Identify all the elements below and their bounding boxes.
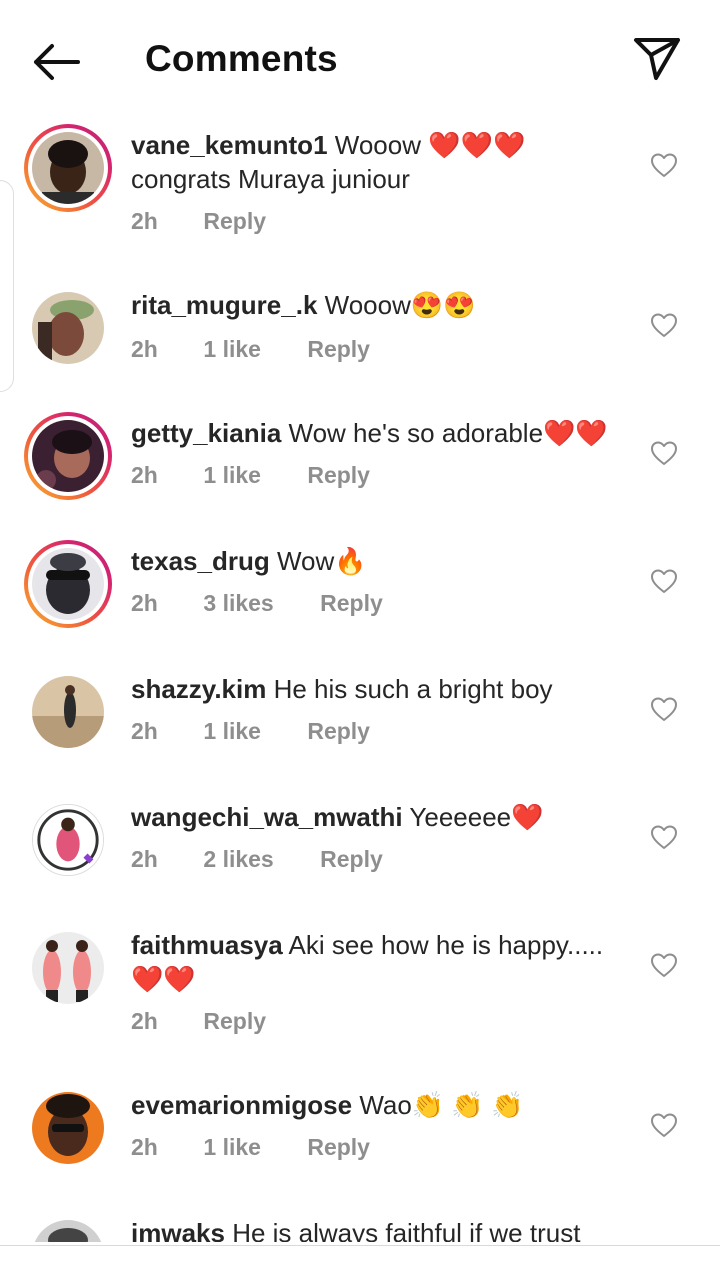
comment-likes[interactable]: 1 like [203,1134,261,1161]
back-arrow-icon[interactable] [30,40,82,84]
comment-likes[interactable]: 1 like [203,462,261,489]
comment-meta: 2h 1 like Reply [131,336,370,363]
send-paper-plane-icon[interactable] [632,36,682,82]
reply-button[interactable]: Reply [307,718,370,745]
comment-text: evemarionmigose Wao👏 👏 👏 [131,1088,631,1122]
comment-username[interactable]: shazzy.kim [131,674,266,704]
comment-time: 2h [131,590,158,616]
like-heart-icon[interactable] [650,824,678,850]
comment-time: 2h [131,846,158,872]
comment-likes[interactable]: 1 like [203,718,261,745]
comment-username[interactable]: imwaks [131,1218,225,1242]
comment-text: vane_kemunto1 Wooow ❤️❤️❤️ congrats Mura… [131,128,631,196]
comment-body: Wow he's so adorable❤️❤️ [288,418,608,448]
comment-meta: 2h 3 likes Reply [131,590,383,617]
comment-body: Yeeeeee❤️ [409,802,544,832]
reply-button[interactable]: Reply [307,336,370,363]
comment-meta: 2h 1 like Reply [131,462,370,489]
like-heart-icon[interactable] [650,952,678,978]
comment-text: wangechi_wa_mwathi Yeeeeee❤️ [131,800,631,834]
comment-meta: 2h 2 likes Reply [131,846,383,873]
comment-body: He is always faithful if we trust [232,1218,581,1242]
comment-time: 2h [131,208,158,234]
comment-username[interactable]: faithmuasya [131,930,283,960]
comment-time: 2h [131,462,158,488]
like-heart-icon[interactable] [650,440,678,466]
avatar[interactable] [32,804,104,876]
avatar[interactable] [32,676,104,748]
comment-text: texas_drug Wow🔥 [131,544,631,578]
comment-time: 2h [131,1008,158,1034]
avatar[interactable] [32,932,104,1004]
comment-body: He his such a bright boy [273,674,553,704]
comment-likes[interactable]: 1 like [203,336,261,363]
side-edge-handle[interactable] [0,180,14,392]
comment-text: imwaks He is always faithful if we trust [131,1216,631,1242]
comment-item: imwaks He is always faithful if we trust [0,1216,720,1242]
comment-likes[interactable]: 3 likes [203,590,273,617]
comment-meta: 2h Reply [131,1008,266,1035]
avatar[interactable] [32,292,104,364]
avatar[interactable] [24,540,112,628]
comment-meta: 2h Reply [131,208,266,235]
like-heart-icon[interactable] [650,696,678,722]
reply-button[interactable]: Reply [203,1008,266,1035]
comment-text: faithmuasya Aki see how he is happy.....… [131,928,631,996]
comment-time: 2h [131,718,158,744]
comment-username[interactable]: wangechi_wa_mwathi [131,802,403,832]
comment-likes[interactable]: 2 likes [203,846,273,873]
comment-time: 2h [131,336,158,362]
reply-button[interactable]: Reply [307,462,370,489]
comment-body: Wow🔥 [276,546,367,576]
comment-text: rita_mugure_.k Wooow😍😍 [131,288,631,322]
comment-meta: 2h 1 like Reply [131,1134,370,1161]
reply-button[interactable]: Reply [203,208,266,235]
comment-username[interactable]: getty_kiania [131,418,281,448]
comment-username[interactable]: rita_mugure_.k [131,290,317,320]
page-title: Comments [145,38,338,79]
top-bar: Comments [0,0,720,120]
comment-text: shazzy.kim He his such a bright boy [131,672,631,706]
like-heart-icon[interactable] [650,312,678,338]
avatar[interactable] [24,412,112,500]
reply-button[interactable]: Reply [320,846,383,873]
avatar[interactable] [24,124,112,212]
comment-time: 2h [131,1134,158,1160]
avatar[interactable] [32,1220,104,1242]
reply-button[interactable]: Reply [307,1134,370,1161]
comment-username[interactable]: vane_kemunto1 [131,130,328,160]
comment-meta: 2h 1 like Reply [131,718,370,745]
bottom-divider [0,1245,720,1246]
like-heart-icon[interactable] [650,152,678,178]
comment-body: Wooow😍😍 [324,290,476,320]
like-heart-icon[interactable] [650,568,678,594]
comment-body: Wao👏 👏 👏 [359,1090,524,1120]
avatar[interactable] [32,1092,104,1164]
like-heart-icon[interactable] [650,1112,678,1138]
reply-button[interactable]: Reply [320,590,383,617]
comment-text: getty_kiania Wow he's so adorable❤️❤️ [131,416,631,450]
comment-username[interactable]: texas_drug [131,546,270,576]
comment-username[interactable]: evemarionmigose [131,1090,352,1120]
